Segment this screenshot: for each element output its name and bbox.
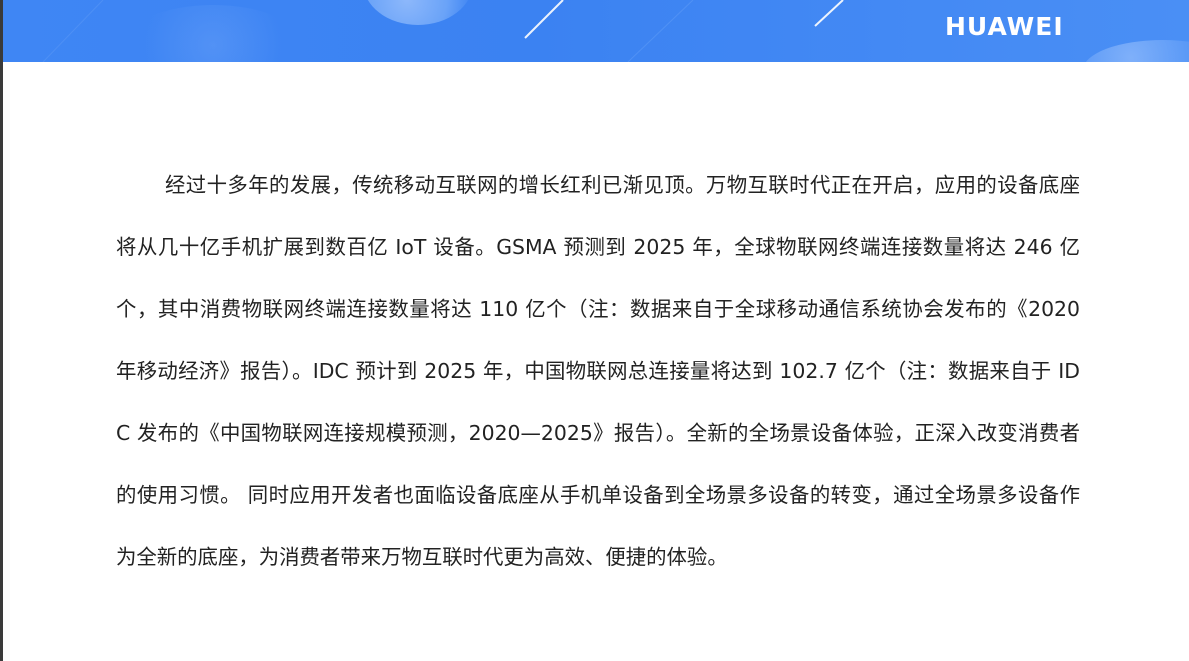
banner-slash-1 (524, 0, 564, 39)
huawei-logo: HUAWEI (945, 12, 1064, 41)
banner-slash-3 (627, 0, 694, 62)
left-border (0, 0, 3, 661)
header-banner: HUAWEI (3, 0, 1189, 62)
banner-slash-2 (814, 0, 844, 27)
body-paragraph: 经过十多年的发展，传统移动互联网的增长红利已渐见顶。万物互联时代正在开启，应用的… (116, 173, 1080, 569)
banner-slash-4 (42, 0, 104, 62)
